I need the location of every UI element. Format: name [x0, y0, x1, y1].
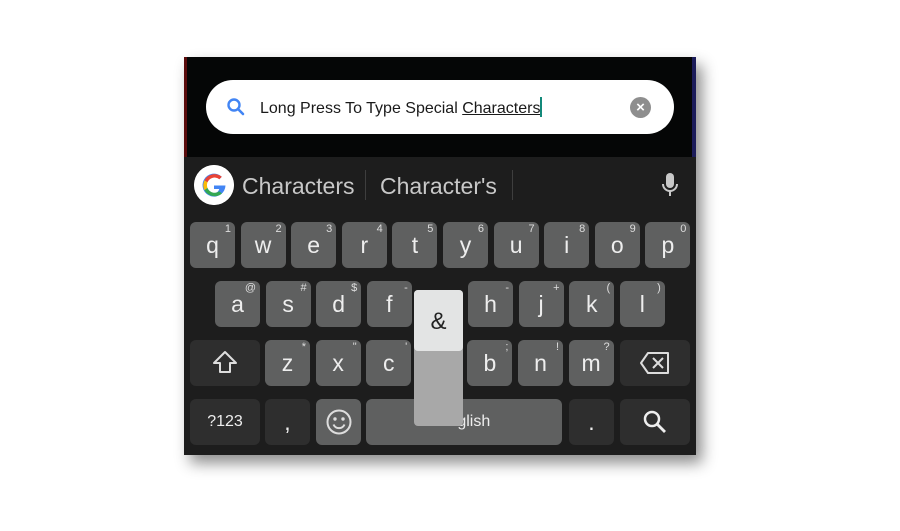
key-h[interactable]: h- [468, 281, 513, 327]
key-u[interactable]: u7 [493, 222, 539, 268]
space-key[interactable]: English [366, 399, 562, 445]
clear-icon[interactable]: × [630, 97, 651, 118]
key-hint: 4 [376, 223, 383, 235]
key-hint: 6 [477, 223, 484, 235]
key-hint: 8 [579, 223, 586, 235]
divider [365, 170, 366, 200]
suggestion-1[interactable]: Characters [242, 173, 354, 200]
key-e[interactable]: e3 [291, 222, 337, 268]
key-hint: 2 [275, 223, 282, 235]
backspace-key[interactable] [620, 340, 690, 386]
key-c[interactable]: c ' [366, 340, 412, 386]
period-key[interactable]: . [569, 399, 614, 445]
comma-label: , [284, 409, 291, 435]
key-p[interactable]: p0 [645, 222, 691, 268]
app-bar: Long Press To Type Special Characters × [184, 57, 696, 157]
search-icon [643, 410, 666, 433]
keyboard: Characters Character's q1w2e3r4t5y6u7i8o… [184, 157, 696, 455]
backspace-icon [640, 352, 669, 374]
key-l[interactable]: l) [619, 281, 665, 327]
edge-right [692, 57, 696, 157]
key-m[interactable]: m? [568, 340, 614, 386]
key-hint: 7 [528, 223, 535, 235]
key-hint: ! [555, 341, 559, 353]
text-caret [540, 97, 543, 117]
key-hint: 3 [326, 223, 333, 235]
key-z[interactable]: z * [265, 340, 310, 386]
key-n[interactable]: n! [518, 340, 563, 386]
search-action-key[interactable] [620, 399, 690, 445]
query-text: Long Press To Type Special [260, 100, 463, 117]
key-a[interactable]: a @ [215, 281, 260, 327]
emoji-key[interactable] [316, 399, 361, 445]
symbols-key[interactable]: ?123 [190, 399, 260, 445]
key-hint: ( [606, 282, 611, 294]
key-t[interactable]: t5 [392, 222, 438, 268]
shift-icon [213, 351, 237, 373]
key-hint: 0 [680, 223, 687, 235]
key-hint: ? [603, 341, 610, 353]
popup-char: & [414, 290, 463, 351]
key-b[interactable]: b; [467, 340, 513, 386]
key-j[interactable]: j + [518, 281, 564, 327]
shift-key[interactable] [190, 340, 260, 386]
divider [512, 170, 513, 200]
key-f[interactable]: f- [366, 281, 412, 327]
search-icon [227, 98, 245, 116]
key-r[interactable]: r4 [341, 222, 387, 268]
key-hint: @ [244, 282, 256, 294]
period-label: . [588, 409, 595, 435]
suggestion-2[interactable]: Character's [380, 173, 497, 200]
key-k[interactable]: k( [569, 281, 615, 327]
key-hint: 5 [427, 223, 434, 235]
key-x[interactable]: x " [315, 340, 361, 386]
key-hint: $ [351, 282, 358, 294]
key-hint: # [300, 282, 307, 294]
key-hint: ' [405, 341, 408, 353]
edge-left [184, 57, 187, 157]
key-hint: ) [657, 282, 661, 294]
key-hint: 1 [224, 223, 231, 235]
search-input[interactable]: Long Press To Type Special Characters [260, 97, 543, 118]
microphone-icon[interactable] [660, 171, 680, 199]
phone-screen: Long Press To Type Special Characters × … [184, 57, 696, 455]
key-d[interactable]: d $ [316, 281, 362, 327]
key-y[interactable]: y6 [443, 222, 488, 268]
key-hint: - [404, 282, 408, 294]
key-s[interactable]: s # [265, 281, 311, 327]
google-g-logo[interactable] [194, 165, 234, 205]
key-hint: " [352, 341, 357, 353]
key-hint: - [505, 282, 509, 294]
key-hint: 9 [629, 223, 636, 235]
key-o[interactable]: o9 [594, 222, 640, 268]
key-hint: * [301, 341, 306, 353]
key-hint: + [553, 282, 560, 294]
key-preview-popup: & [414, 290, 463, 426]
comma-key[interactable]: , [265, 399, 310, 445]
emoji-icon [326, 409, 351, 435]
search-field[interactable]: Long Press To Type Special Characters × [206, 80, 674, 134]
symbols-label: ?123 [207, 413, 243, 430]
key-hint: ; [505, 341, 509, 353]
key-q[interactable]: q1 [190, 222, 235, 268]
key-w[interactable]: w2 [240, 222, 286, 268]
composing-word: Characters [462, 100, 541, 117]
key-i[interactable]: i8 [544, 222, 590, 268]
